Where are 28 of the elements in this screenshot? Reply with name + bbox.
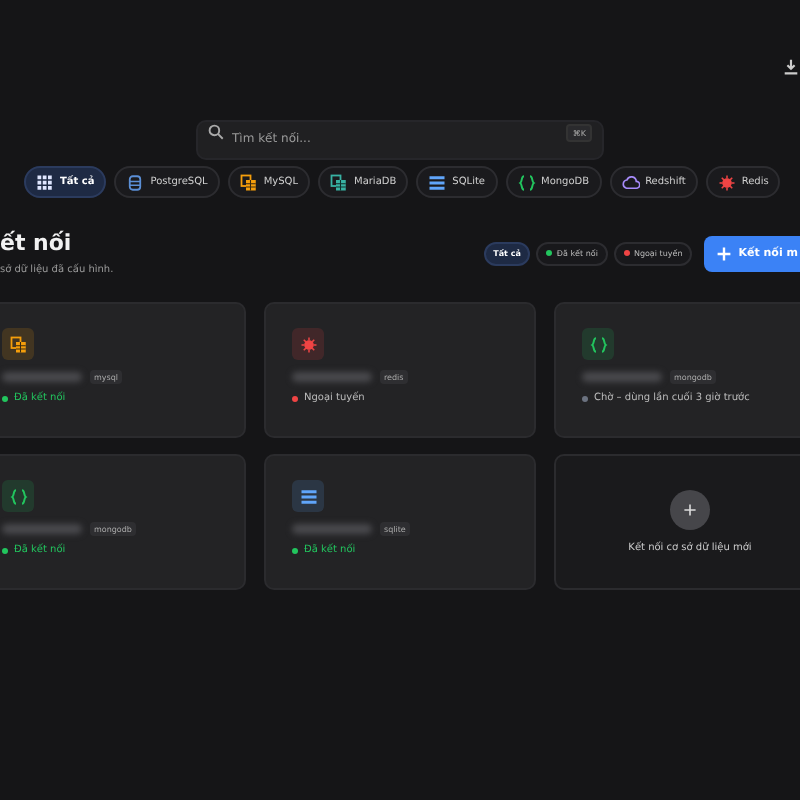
- blurred-name: [2, 524, 82, 534]
- search-icon: [208, 124, 224, 140]
- download-icon[interactable]: [782, 58, 800, 76]
- status-dot: [2, 547, 8, 553]
- database-icon: [126, 173, 145, 191]
- grid-icon: [36, 173, 54, 191]
- gear-icon: [299, 335, 317, 353]
- table-icon: [239, 173, 258, 191]
- blurred-name: [292, 372, 372, 382]
- status-dot: [2, 395, 8, 401]
- blurred-name: [292, 524, 372, 534]
- status-dot: [582, 395, 588, 401]
- status-dot: [292, 395, 298, 401]
- braces-icon: [9, 487, 27, 505]
- list-icon: [428, 173, 447, 191]
- page-title: ết nối: [0, 230, 74, 258]
- cloud-icon: [621, 173, 640, 191]
- braces-icon: [517, 173, 535, 191]
- plus-icon: [716, 245, 733, 261]
- blurred-name: [582, 372, 662, 382]
- table-icon: [330, 173, 348, 191]
- table-icon: [9, 335, 27, 353]
- braces-icon: [589, 335, 607, 353]
- status-dot: [292, 547, 298, 553]
- plus-icon: [670, 490, 710, 530]
- list-icon: [299, 487, 317, 505]
- gear-icon: [717, 173, 736, 191]
- blurred-name: [2, 372, 82, 382]
